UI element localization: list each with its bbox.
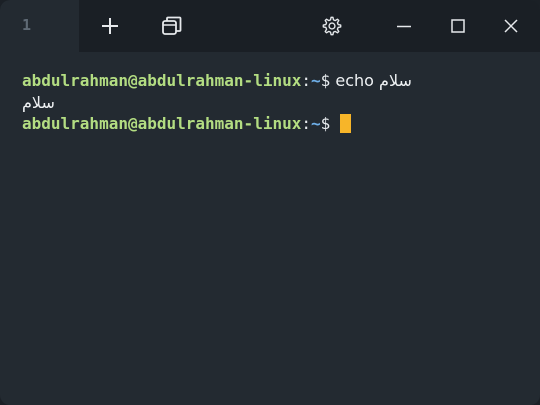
terminal-line: abdulrahman@abdulrahman-linux:~$ echo سل…: [22, 70, 412, 92]
prompt-user-host: abdulrahman@abdulrahman-linux: [22, 114, 302, 133]
prompt-path: ~: [311, 71, 321, 90]
prompt-dollar: $: [320, 114, 331, 133]
prompt-dollar: $: [320, 71, 331, 90]
terminal-output[interactable]: abdulrahman@abdulrahman-linux:~$ echo سل…: [0, 52, 540, 405]
title-bar: 1: [0, 0, 540, 52]
window-stack-icon: [162, 16, 182, 35]
gear-icon: [322, 16, 342, 36]
command-output: سلام: [22, 93, 55, 112]
terminal-window: 1 abdulrahman@abdulrahman-linux:~$ echo …: [0, 0, 540, 405]
prompt-colon: :: [301, 71, 311, 90]
tab-label: 1: [22, 16, 32, 34]
minimize-button[interactable]: [386, 8, 422, 44]
new-tab-button[interactable]: [92, 8, 128, 44]
plus-icon: [102, 18, 118, 34]
close-button[interactable]: [493, 8, 529, 44]
close-icon: [504, 19, 518, 33]
minimize-icon: [397, 25, 411, 28]
command-text: echo سلام: [330, 71, 412, 90]
terminal-line: سلام: [22, 92, 55, 114]
command-input[interactable]: [330, 114, 340, 133]
settings-button[interactable]: [314, 8, 350, 44]
prompt-path: ~: [311, 114, 321, 133]
tab-1[interactable]: 1: [0, 0, 79, 52]
prompt-user-host: abdulrahman@abdulrahman-linux: [22, 71, 302, 90]
maximize-button[interactable]: [440, 8, 476, 44]
text-cursor: [339, 114, 351, 133]
tabs-overview-button[interactable]: [154, 8, 190, 44]
terminal-line: abdulrahman@abdulrahman-linux:~$: [22, 113, 351, 135]
prompt-colon: :: [301, 114, 311, 133]
maximize-icon: [451, 19, 465, 33]
